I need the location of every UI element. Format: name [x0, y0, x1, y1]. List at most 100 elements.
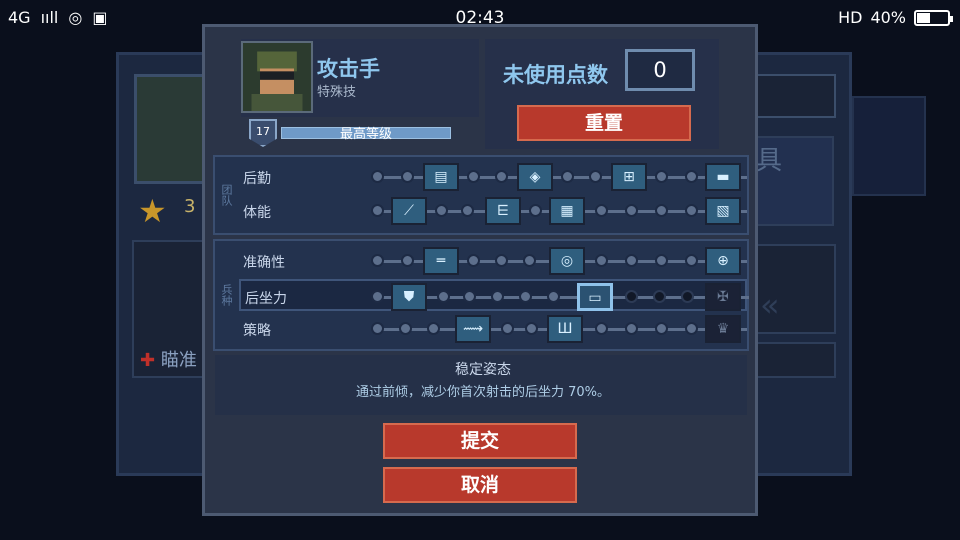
skill-node[interactable] [371, 170, 384, 183]
boot-icon[interactable]: ⋿ [485, 197, 521, 225]
crown-icon[interactable]: ♛ [705, 315, 741, 343]
scope-rings-icon[interactable]: ◎ [549, 247, 585, 275]
armor-plus-icon[interactable]: ◈ [517, 163, 553, 191]
skill-node[interactable] [401, 254, 414, 267]
skill-node[interactable] [655, 170, 668, 183]
background-portrait [134, 74, 208, 184]
skill-description-title: 稳定姿态 [455, 362, 511, 378]
skill-node[interactable] [401, 170, 414, 183]
skill-node-locked[interactable] [653, 290, 666, 303]
background-bottom-slot [752, 342, 836, 378]
ammo-icon[interactable]: ▤ [423, 163, 459, 191]
skill-node[interactable] [463, 290, 476, 303]
skill-dialog: 攻击手 特殊技 17 最高等级 未使用点数 0 重置 团队 后勤 ▤ ◈ ⊞ ▬… [202, 24, 758, 516]
skill-node[interactable] [595, 204, 608, 217]
hd-label: HD [838, 8, 863, 27]
skill-node[interactable] [685, 254, 698, 267]
claw-icon[interactable]: Ш [547, 315, 583, 343]
skill-name: 后坐力 [245, 291, 287, 307]
tripod-icon[interactable]: ✠ [705, 283, 741, 311]
shield-stance-icon[interactable]: ⛊ [391, 283, 427, 311]
skill-node[interactable] [371, 322, 384, 335]
backpack-icon[interactable]: ▦ [549, 197, 585, 225]
skill-node[interactable] [461, 204, 474, 217]
skill-row-tactics: 策略 ⟿ Ш ♛ [239, 313, 747, 345]
crosshair-icon[interactable]: ⊕ [705, 247, 741, 275]
skill-node[interactable] [467, 170, 480, 183]
skill-name: 体能 [243, 205, 271, 221]
skill-node[interactable] [625, 204, 638, 217]
skill-node[interactable] [491, 290, 504, 303]
skill-node[interactable] [655, 254, 668, 267]
sprint-icon[interactable]: ⟿ [455, 315, 491, 343]
skill-node[interactable] [685, 170, 698, 183]
skill-node[interactable] [427, 322, 440, 335]
skill-node[interactable] [655, 322, 668, 335]
aim-label: ✚ 瞄准 [140, 350, 197, 371]
hero-name: 攻击手 [317, 57, 380, 81]
skill-node[interactable] [371, 254, 384, 267]
skill-name: 准确性 [243, 255, 285, 271]
team-skill-group: 团队 后勤 ▤ ◈ ⊞ ▬ 体能 ⟋ ⋿ ▦ ▧ [213, 155, 749, 235]
cancel-button[interactable]: 取消 [383, 467, 577, 503]
level-text: 最高等级 [339, 127, 392, 142]
skill-node[interactable] [495, 170, 508, 183]
background-right-slot [752, 74, 836, 118]
skill-node-locked[interactable] [625, 290, 638, 303]
knife-icon[interactable]: ⟋ [391, 197, 427, 225]
skill-node[interactable] [495, 254, 508, 267]
skill-node[interactable] [435, 204, 448, 217]
skill-row-stamina: 体能 ⟋ ⋿ ▦ ▧ [239, 195, 747, 227]
skill-node[interactable] [595, 322, 608, 335]
skill-node[interactable] [525, 322, 538, 335]
skill-name: 后勤 [243, 171, 271, 187]
rifle-icon[interactable]: ═ [423, 247, 459, 275]
submit-button[interactable]: 提交 [383, 423, 577, 459]
skill-node[interactable] [625, 254, 638, 267]
skill-description-text: 通过前倾，减少你首次射击的后坐力 70%。 [355, 385, 611, 400]
skill-row-recoil: 后坐力 ⛊ ▭ ✠ [239, 279, 749, 311]
skill-node[interactable] [467, 254, 480, 267]
skill-node[interactable] [589, 170, 602, 183]
background-side-image [852, 96, 926, 196]
skill-node[interactable] [561, 170, 574, 183]
skill-node[interactable] [595, 254, 608, 267]
bed-icon[interactable]: ▬ [705, 163, 741, 191]
skill-node[interactable] [371, 204, 384, 217]
level-badge: 17 [249, 119, 277, 147]
class-group-label: 兵种 [220, 284, 233, 306]
chevron-left-icon: « [760, 286, 779, 324]
battery-icon [914, 9, 953, 26]
medkit-icon[interactable]: ⊞ [611, 163, 647, 191]
skill-node-locked[interactable] [681, 290, 694, 303]
battery-percent: 40% [870, 8, 906, 27]
skill-row-accuracy: 准确性 ═ ◎ ⊕ [239, 245, 747, 277]
skill-node[interactable] [625, 322, 638, 335]
skill-node[interactable] [399, 322, 412, 335]
star-count: 3 [184, 196, 196, 217]
steady-stance-icon[interactable]: ▭ [577, 283, 613, 311]
vest-icon[interactable]: ▧ [705, 197, 741, 225]
skill-node[interactable] [501, 322, 514, 335]
skill-node[interactable] [655, 204, 668, 217]
skill-node[interactable] [685, 204, 698, 217]
class-skill-group: 兵种 准确性 ═ ◎ ⊕ 后坐力 ⛊ ▭ ✠ 策略 ⟿ Ш ♛ [213, 239, 749, 351]
skill-node[interactable] [547, 290, 560, 303]
team-group-label: 团队 [220, 184, 233, 206]
soldier-portrait [241, 41, 313, 113]
skill-node[interactable] [529, 204, 542, 217]
skill-node[interactable] [519, 290, 532, 303]
hero-subtitle: 特殊技 [317, 85, 357, 100]
star-icon: ★ [138, 192, 167, 230]
skill-node[interactable] [523, 254, 536, 267]
skill-row-logistics: 后勤 ▤ ◈ ⊞ ▬ [239, 161, 747, 193]
background-equipment-label: 具 [756, 146, 783, 176]
unused-points-value: 0 [625, 49, 695, 91]
reset-button[interactable]: 重置 [517, 105, 691, 141]
skill-node[interactable] [437, 290, 450, 303]
unused-points-label: 未使用点数 [503, 63, 608, 87]
skill-node[interactable] [371, 290, 384, 303]
skill-node[interactable] [685, 322, 698, 335]
skill-name: 策略 [243, 323, 271, 339]
aim-icon: ✚ [140, 350, 156, 371]
